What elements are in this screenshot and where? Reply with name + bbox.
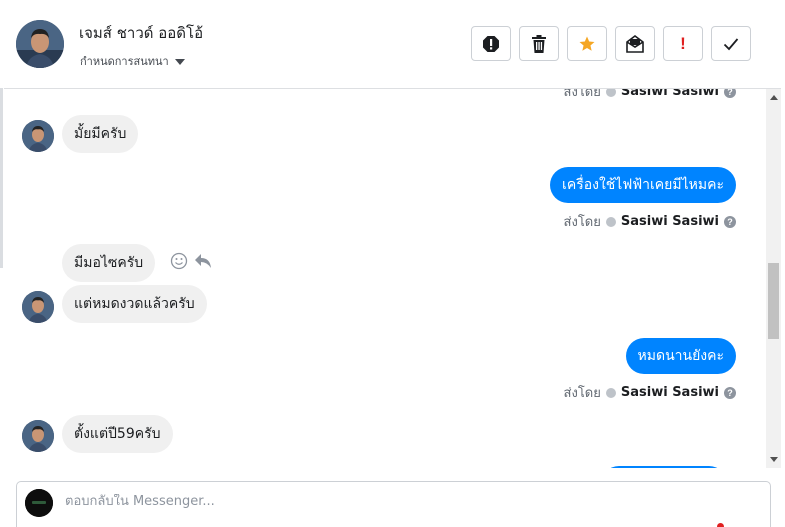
star-button[interactable] [567, 26, 607, 61]
message-hover-tools [170, 252, 212, 270]
help-icon[interactable]: ? [724, 386, 736, 399]
incoming-message[interactable]: ตั้งแต่ปี59ครับ [62, 415, 173, 453]
reply-input[interactable] [65, 494, 665, 509]
contact-avatar[interactable] [16, 20, 64, 68]
page-avatar [25, 489, 53, 517]
contact-avatar-small [22, 420, 54, 452]
mark-unread-button[interactable] [615, 26, 655, 61]
sent-by-label: ส่งโดย [563, 386, 601, 401]
message-meta: ส่งโดย Sasiwi Sasiwi ? [564, 382, 736, 403]
envelope-icon [626, 34, 644, 53]
notification-dot [717, 523, 724, 527]
contact-avatar-small [22, 120, 54, 152]
star-icon [579, 36, 595, 51]
emoji-react-icon[interactable] [170, 252, 188, 270]
verified-icon [605, 89, 616, 97]
sender-name: Sasiwi Sasiwi [620, 89, 719, 99]
verified-icon [605, 216, 616, 227]
caret-down-icon [174, 58, 185, 65]
outgoing-message[interactable]: เครื่องใช้ไฟฟ้าเคยมีไหมคะ [550, 167, 736, 203]
conversation-panel: เจมส์ ชาวด์ ออดิโอ้ กำหนดการสนทนา ! ส่งโ… [0, 0, 785, 527]
message-meta: ส่งโดย Sasiwi Sasiwi ? [564, 89, 736, 102]
report-button[interactable] [471, 26, 511, 61]
contact-avatar-small [22, 291, 54, 323]
outgoing-message-partial[interactable] [601, 466, 727, 468]
scroll-down-arrow-icon[interactable] [770, 457, 778, 462]
help-icon[interactable]: ? [724, 215, 736, 228]
sent-by-label: ส่งโดย [563, 89, 601, 100]
conversation-actions: ! [471, 26, 751, 61]
trash-icon [532, 34, 546, 53]
reply-icon[interactable] [194, 253, 212, 269]
message-list[interactable]: ส่งโดย Sasiwi Sasiwi ? มั้ยมีครับ เครื่อ… [4, 89, 766, 468]
help-icon[interactable]: ? [724, 89, 736, 98]
outgoing-message[interactable]: หมดนานยังคะ [625, 338, 736, 374]
exclamation-icon: ! [680, 34, 686, 53]
sender-name: Sasiwi Sasiwi [620, 385, 719, 400]
incoming-message[interactable]: มีมอไซครับ [62, 244, 156, 282]
assign-conversation-dropdown[interactable]: กำหนดการสนทนา [80, 52, 185, 70]
incoming-message[interactable]: แต่หมดงวดแล้วครับ [62, 285, 207, 323]
sent-by-label: ส่งโดย [563, 215, 601, 230]
exclamation-circle-icon [483, 35, 499, 52]
message-meta: ส่งโดย Sasiwi Sasiwi ? [564, 211, 736, 232]
reply-composer [16, 481, 771, 527]
checkmark-icon [723, 37, 739, 50]
sender-name: Sasiwi Sasiwi [620, 214, 719, 229]
message-scrollbar[interactable] [766, 89, 781, 468]
done-button[interactable] [711, 26, 751, 61]
verified-icon [605, 387, 616, 398]
spam-button[interactable]: ! [663, 26, 703, 61]
incoming-message[interactable]: มั้ยมีครับ [62, 115, 139, 153]
assign-conversation-label: กำหนดการสนทนา [80, 55, 169, 68]
delete-button[interactable] [519, 26, 559, 61]
scroll-up-arrow-icon[interactable] [770, 95, 778, 100]
contact-name[interactable]: เจมส์ ชาวด์ ออดิโอ้ [79, 21, 203, 45]
conversation-header: เจมส์ ชาวด์ ออดิโอ้ กำหนดการสนทนา ! [4, 0, 781, 89]
panel-edge [0, 88, 3, 268]
scroll-thumb[interactable] [768, 263, 779, 339]
